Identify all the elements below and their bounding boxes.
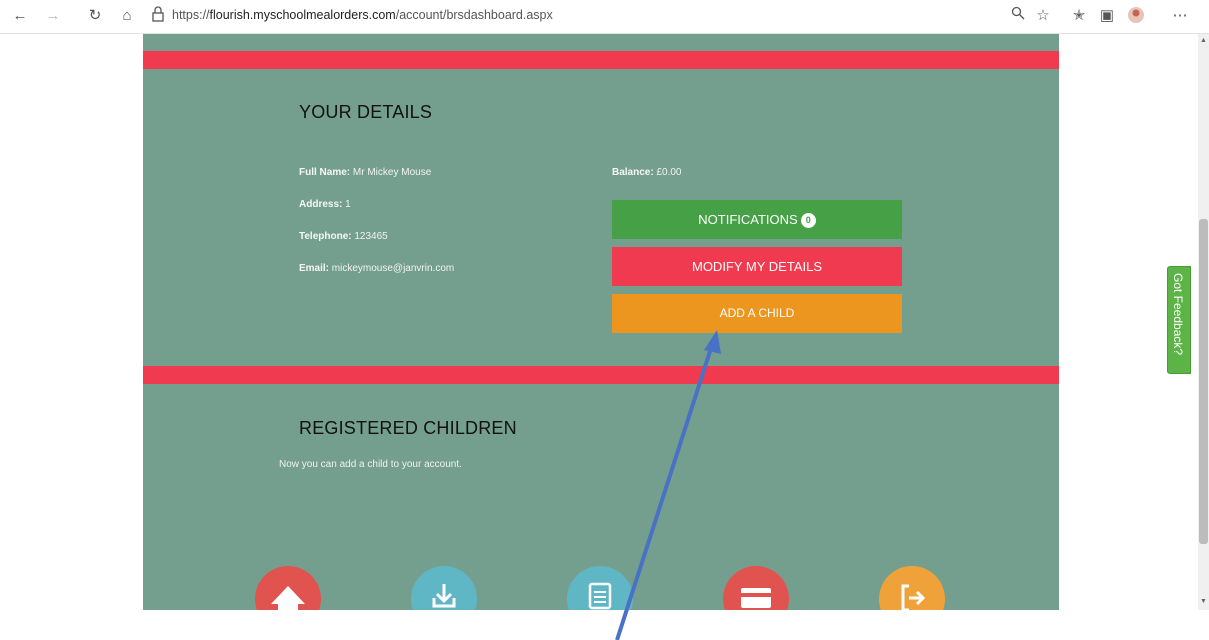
annotation-arrow — [615, 330, 721, 640]
